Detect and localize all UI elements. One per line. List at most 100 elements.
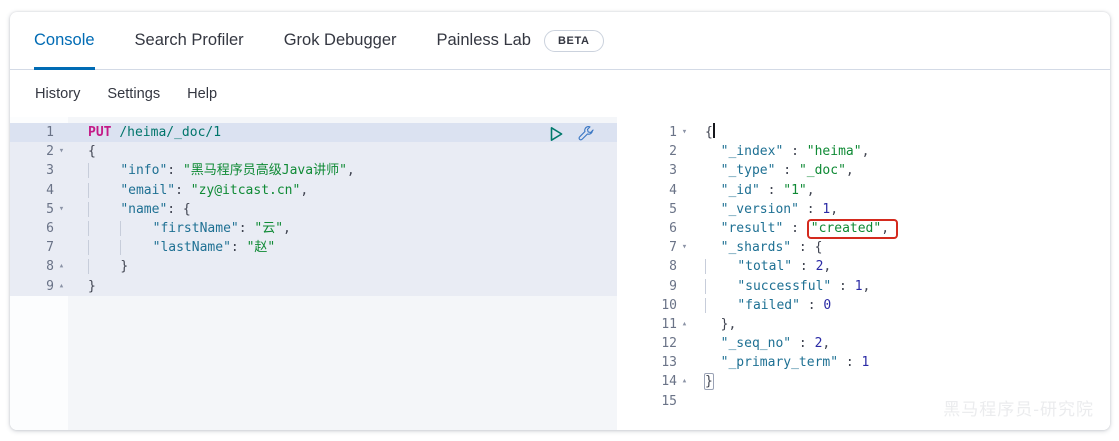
line-number: 2 — [10, 142, 54, 161]
line-number: 6 — [10, 219, 54, 238]
code-content: "lastName": "赵" — [69, 238, 617, 257]
response-code-line: 9 "successful" : 1, — [647, 277, 1110, 296]
fold-spacer — [677, 219, 692, 238]
code-token: , — [300, 183, 308, 198]
code-token: : { — [167, 202, 190, 217]
code-content: "info": "黑马程序员高级Java讲师", — [69, 161, 617, 180]
fold-toggle-icon[interactable]: ▴ — [54, 277, 69, 296]
fold-toggle-icon[interactable]: ▴ — [54, 257, 69, 276]
code-token — [120, 240, 152, 255]
code-content: "result" : "created", — [692, 219, 1110, 238]
code-content: }, — [692, 315, 1110, 334]
code-content: "_id" : "1", — [692, 181, 1110, 200]
code-token: , — [283, 221, 291, 236]
fold-toggle-icon[interactable]: ▾ — [54, 142, 69, 161]
code-token: : — [799, 202, 822, 217]
line-number: 10 — [647, 296, 677, 315]
code-token: , — [846, 163, 854, 178]
settings-button[interactable]: Settings — [107, 86, 160, 102]
line-number: 12 — [647, 334, 677, 353]
code-token: /heima/_doc/1 — [119, 125, 221, 140]
code-token: , — [347, 163, 355, 178]
code-token — [88, 221, 120, 236]
code-token: "failed" — [737, 298, 800, 313]
code-content: "_type" : "_doc", — [692, 161, 1110, 180]
response-code-line: 11▴ }, — [647, 315, 1110, 334]
beta-badge: BETA — [544, 30, 604, 52]
response-code-line: 12 "_seq_no" : 2, — [647, 334, 1110, 353]
tab-console[interactable]: Console — [34, 12, 95, 69]
fold-spacer — [677, 392, 692, 411]
code-token: "黑马程序员高级Java讲师" — [183, 163, 347, 178]
request-code-line: 6 "firstName": "云", — [10, 219, 617, 238]
fold-spacer — [677, 200, 692, 219]
code-token: : — [783, 221, 806, 236]
line-number: 4 — [647, 181, 677, 200]
fold-toggle-icon[interactable]: ▾ — [677, 123, 692, 142]
tab-console-label: Console — [34, 31, 95, 50]
code-token: : — [167, 163, 183, 178]
code-token — [722, 298, 738, 313]
code-token: : — [775, 163, 798, 178]
fold-spacer — [677, 277, 692, 296]
response-code-line: 1▾{ — [647, 123, 1110, 142]
tab-search-profiler[interactable]: Search Profiler — [135, 12, 244, 69]
response-code-line: 7▾ "_shards" : { — [647, 238, 1110, 257]
code-content: "firstName": "云", — [69, 219, 617, 238]
code-token — [705, 279, 722, 294]
code-token: "result" — [721, 221, 784, 236]
line-number: 1 — [647, 123, 677, 142]
code-token: "heima" — [807, 144, 862, 159]
code-content: "successful" : 1, — [692, 277, 1110, 296]
code-token — [705, 221, 721, 236]
line-number: 14 — [647, 372, 677, 391]
code-token — [705, 259, 722, 274]
request-options-wrench-icon[interactable] — [577, 125, 595, 143]
response-viewer[interactable]: 1▾{2 "_index" : "heima",3 "_type" : "_do… — [647, 117, 1110, 430]
fold-spacer — [677, 334, 692, 353]
code-token — [705, 240, 721, 255]
code-token: "lastName" — [153, 240, 231, 255]
request-code-line: 7 "lastName": "赵" — [10, 238, 617, 257]
fold-toggle-icon[interactable]: ▾ — [54, 200, 69, 219]
code-token — [88, 259, 120, 274]
tab-grok-debugger[interactable]: Grok Debugger — [284, 12, 397, 69]
code-token: : — [791, 336, 814, 351]
fold-spacer — [677, 181, 692, 200]
line-number: 5 — [10, 200, 54, 219]
fold-toggle-icon[interactable]: ▴ — [677, 372, 692, 391]
line-number: 7 — [647, 238, 677, 257]
fold-toggle-icon[interactable]: ▴ — [677, 315, 692, 334]
annotation-highlight-box: "created", — [807, 219, 898, 239]
code-token: : — [783, 144, 806, 159]
line-number: 15 — [647, 392, 677, 411]
line-number: 9 — [647, 277, 677, 296]
code-content: "failed" : 0 — [692, 296, 1110, 315]
code-token: : — [175, 183, 191, 198]
code-content: { — [69, 142, 617, 161]
code-token: , — [863, 279, 871, 294]
code-token — [722, 259, 738, 274]
tab-painless-lab[interactable]: Painless Lab BETA — [437, 12, 604, 69]
fold-toggle-icon[interactable]: ▾ — [677, 238, 692, 257]
request-code-line: 3 "info": "黑马程序员高级Java讲师", — [10, 161, 617, 180]
send-request-play-icon[interactable] — [547, 125, 565, 143]
panel-resizer[interactable] — [617, 117, 647, 430]
request-editor[interactable]: 1PUT /heima/_doc/12▾{3 "info": "黑马程序员高级J… — [10, 117, 617, 430]
code-token: "email" — [120, 183, 175, 198]
text-cursor — [713, 123, 715, 138]
bracket-match: } — [704, 373, 714, 390]
code-token: : — [239, 221, 255, 236]
code-content: "_version" : 1, — [692, 200, 1110, 219]
line-number: 3 — [647, 161, 677, 180]
history-button[interactable]: History — [35, 86, 80, 102]
fold-spacer — [677, 142, 692, 161]
code-token — [705, 355, 721, 370]
help-button[interactable]: Help — [187, 86, 217, 102]
code-content: "_seq_no" : 2, — [692, 334, 1110, 353]
response-code-line: 10 "failed" : 0 — [647, 296, 1110, 315]
fold-spacer — [677, 353, 692, 372]
line-number: 8 — [647, 257, 677, 276]
code-token: "_primary_term" — [721, 355, 838, 370]
code-token: : — [838, 355, 861, 370]
